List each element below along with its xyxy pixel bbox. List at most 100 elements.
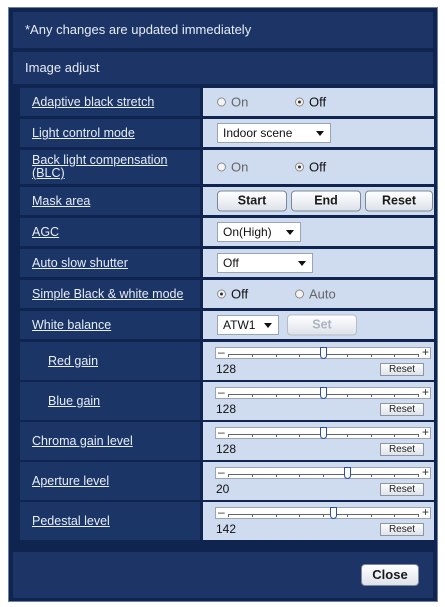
- tick-mark: [394, 434, 396, 437]
- aperture-level-value: 20: [216, 482, 230, 496]
- red-gain-row: Red gain – +128 Reset: [20, 342, 434, 380]
- white-balance-select[interactable]: ATW1: [217, 315, 279, 335]
- auto-slow-shutter-select[interactable]: Off: [217, 253, 313, 273]
- chroma-gain-level-row: Chroma gain level – +128 Reset: [20, 422, 434, 460]
- slider-thumb[interactable]: [343, 467, 351, 479]
- tick-mark: [418, 474, 419, 477]
- chroma-gain-level-reset-button[interactable]: Reset: [380, 443, 424, 456]
- aperture-level-row: Aperture level – +20 Reset: [20, 462, 434, 500]
- radio-dot-icon: [217, 97, 226, 107]
- tick-mark: [251, 474, 253, 477]
- blue-gain-slider[interactable]: – +: [215, 386, 431, 399]
- agc-control: On(High): [203, 218, 434, 246]
- adaptive-black-stretch-on-radio[interactable]: On: [217, 95, 248, 110]
- tick-mark: [323, 514, 324, 517]
- tick-mark: [370, 394, 372, 397]
- light-control-mode-select[interactable]: Indoor scene: [217, 123, 331, 143]
- white-balance-set-button[interactable]: Set: [287, 314, 357, 336]
- radio-dot-icon: [295, 289, 304, 299]
- tick-mark: [275, 474, 277, 477]
- plus-icon[interactable]: +: [422, 506, 429, 518]
- white-balance-label[interactable]: White balance: [20, 311, 200, 339]
- chevron-down-icon: [316, 131, 324, 136]
- adaptive-black-stretch-control: On Off: [203, 88, 434, 116]
- tick-mark: [299, 514, 301, 517]
- slider-thumb[interactable]: [320, 387, 327, 399]
- update-notice: *Any changes are updated immediately: [13, 12, 433, 48]
- red-gain-slider[interactable]: – +: [215, 346, 431, 359]
- simple-bw-off-radio[interactable]: Off: [217, 287, 248, 302]
- mask-end-button[interactable]: End: [291, 190, 361, 212]
- aperture-level-slider[interactable]: – +: [215, 466, 431, 479]
- adaptive-black-stretch-row: Adaptive black stretch On Off: [20, 88, 434, 116]
- agc-row: AGC On(High): [20, 218, 434, 246]
- plus-icon[interactable]: +: [422, 426, 429, 438]
- adaptive-black-stretch-label[interactable]: Adaptive black stretch: [20, 88, 200, 116]
- aperture-level-label[interactable]: Aperture level: [20, 462, 200, 500]
- red-gain-value: 128: [216, 362, 237, 376]
- blue-gain-row: Blue gain – +128 Reset: [20, 382, 434, 420]
- pedestal-level-label[interactable]: Pedestal level: [20, 502, 200, 540]
- slider-thumb[interactable]: [329, 507, 337, 519]
- agc-select[interactable]: On(High): [217, 222, 301, 242]
- simple-bw-mode-label[interactable]: Simple Black & white mode: [20, 280, 200, 308]
- tick-mark: [251, 394, 253, 397]
- aperture-level-reset-button[interactable]: Reset: [380, 483, 424, 496]
- tick-mark: [418, 354, 419, 357]
- mask-reset-button[interactable]: Reset: [365, 190, 433, 212]
- minus-icon[interactable]: –: [218, 506, 225, 518]
- tick-mark: [394, 514, 396, 517]
- pedestal-level-reset-button[interactable]: Reset: [380, 523, 424, 536]
- auto-slow-shutter-row: Auto slow shutter Off: [20, 249, 434, 277]
- tick-mark: [323, 474, 324, 477]
- radio-dot-icon: [217, 162, 226, 172]
- simple-bw-auto-radio[interactable]: Auto: [295, 287, 336, 302]
- chevron-down-icon: [264, 323, 272, 328]
- radio-dot-selected-icon: [217, 289, 226, 299]
- chroma-gain-level-control: – +128 Reset: [203, 422, 434, 460]
- tick-mark: [370, 354, 372, 357]
- minus-icon[interactable]: –: [218, 386, 225, 398]
- simple-bw-mode-control: Off Auto: [203, 280, 434, 308]
- blc-label[interactable]: Back light compensation (BLC): [20, 150, 200, 184]
- light-control-mode-label[interactable]: Light control mode: [20, 119, 200, 147]
- blc-on-radio[interactable]: On: [217, 160, 248, 175]
- tick-mark: [275, 394, 277, 397]
- blue-gain-reset-button[interactable]: Reset: [380, 403, 424, 416]
- minus-icon[interactable]: –: [218, 466, 225, 478]
- chroma-gain-level-slider[interactable]: – +: [215, 426, 431, 439]
- tick-mark: [251, 514, 253, 517]
- plus-icon[interactable]: +: [422, 466, 429, 478]
- minus-icon[interactable]: –: [218, 426, 225, 438]
- tick-mark: [394, 394, 396, 397]
- blc-control: On Off: [203, 150, 434, 184]
- slider-thumb[interactable]: [320, 427, 327, 439]
- light-control-mode-row: Light control mode Indoor scene: [20, 119, 434, 147]
- tick-mark: [394, 474, 396, 477]
- blue-gain-control: – +128 Reset: [203, 382, 434, 420]
- mask-area-label[interactable]: Mask area: [20, 187, 200, 215]
- blue-gain-label[interactable]: Blue gain: [20, 382, 200, 420]
- plus-icon[interactable]: +: [422, 386, 429, 398]
- tick-mark: [228, 514, 229, 517]
- pedestal-level-slider[interactable]: – +: [215, 506, 431, 519]
- tick-mark: [346, 434, 348, 437]
- plus-icon[interactable]: +: [422, 346, 429, 358]
- adaptive-black-stretch-off-radio[interactable]: Off: [295, 95, 326, 110]
- tick-mark: [299, 354, 301, 357]
- red-gain-reset-button[interactable]: Reset: [380, 363, 424, 376]
- minus-icon[interactable]: –: [218, 346, 225, 358]
- pedestal-level-value: 142: [216, 522, 237, 536]
- dialog-footer: Close: [13, 552, 433, 598]
- mask-start-button[interactable]: Start: [217, 190, 287, 212]
- chroma-gain-level-label[interactable]: Chroma gain level: [20, 422, 200, 460]
- auto-slow-shutter-label[interactable]: Auto slow shutter: [20, 249, 200, 277]
- close-button[interactable]: Close: [361, 564, 419, 586]
- tick-mark: [228, 354, 229, 357]
- white-balance-control: ATW1 Set: [203, 311, 434, 339]
- red-gain-label[interactable]: Red gain: [20, 342, 200, 380]
- blc-off-radio[interactable]: Off: [295, 160, 326, 175]
- agc-label[interactable]: AGC: [20, 218, 200, 246]
- section-title: Image adjust: [13, 52, 433, 84]
- slider-thumb[interactable]: [320, 347, 327, 359]
